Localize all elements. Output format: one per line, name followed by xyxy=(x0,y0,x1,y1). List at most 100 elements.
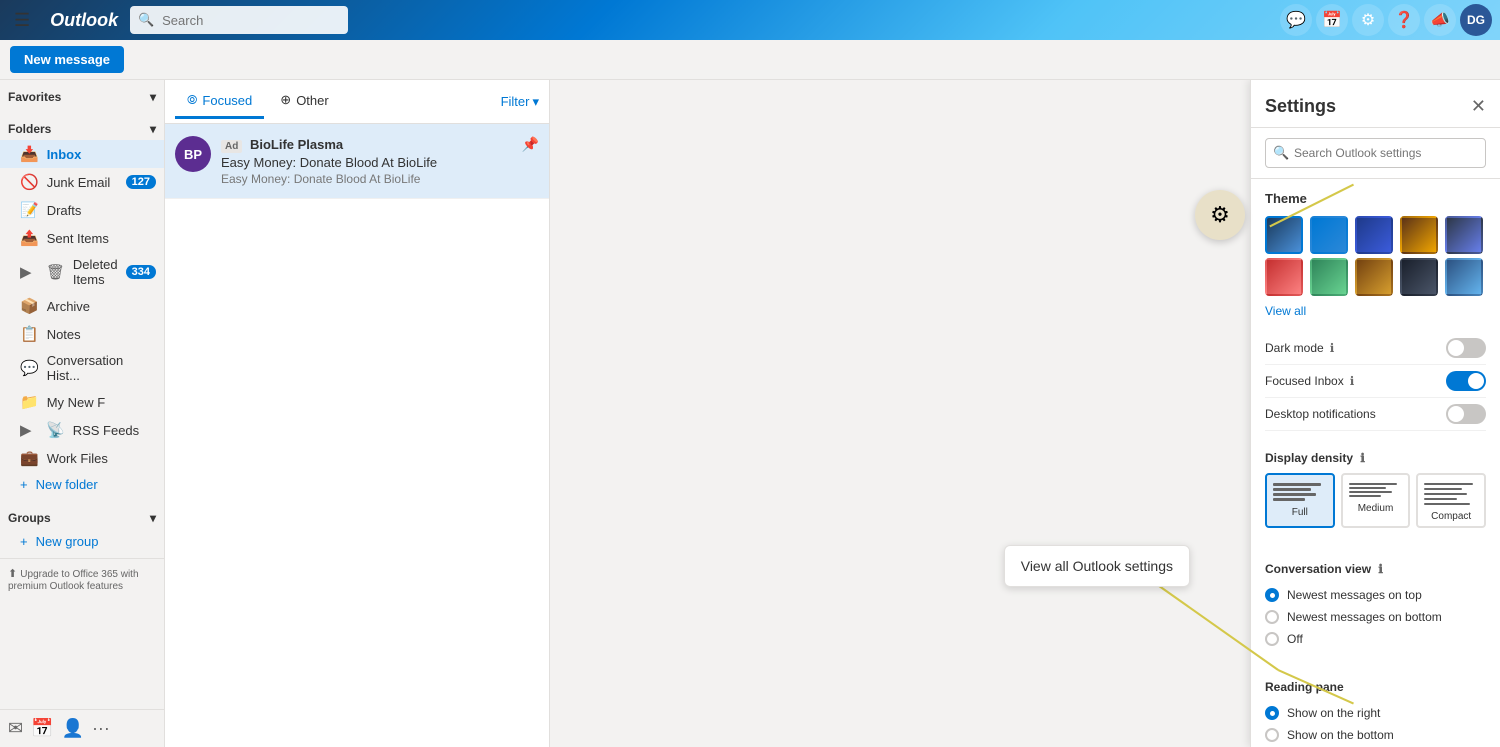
radio-show-bottom[interactable]: Show on the bottom xyxy=(1265,724,1486,746)
sidebar-groups-header[interactable]: Groups ▾ xyxy=(0,505,164,529)
settings-search-input[interactable] xyxy=(1265,138,1486,168)
sidebar-folders-header[interactable]: Folders ▾ xyxy=(0,116,164,140)
density-medium-preview xyxy=(1347,481,1405,499)
radio-show-bottom-label: Show on the bottom xyxy=(1287,728,1394,742)
sidebar-item-junk-email[interactable]: 🚫 Junk Email 127 xyxy=(0,168,164,196)
dark-mode-info-icon[interactable]: ℹ xyxy=(1330,341,1335,355)
density-full-label: Full xyxy=(1292,507,1308,518)
radio-newest-top-circle[interactable] xyxy=(1265,588,1279,602)
density-compact-preview xyxy=(1422,481,1480,507)
sidebar-item-conversation-history[interactable]: 💬 Conversation Hist... xyxy=(0,348,164,388)
user-avatar[interactable]: DG xyxy=(1460,4,1492,36)
desktop-notifications-row: Desktop notifications xyxy=(1265,398,1486,431)
gear-annotation-icon: ⚙ xyxy=(1210,202,1230,228)
sidebar-favorites-section: Favorites ▾ xyxy=(0,80,164,112)
junk-icon: 🚫 xyxy=(20,173,39,191)
sidebar-item-drafts[interactable]: 📝 Drafts xyxy=(0,196,164,224)
radio-newest-bottom[interactable]: Newest messages on bottom xyxy=(1265,606,1486,628)
rss-label: RSS Feeds xyxy=(73,423,156,438)
theme-swatch-6[interactable] xyxy=(1310,258,1348,296)
filter-label: Filter xyxy=(501,94,530,109)
content-area: ⚙ View all Outlook settings Settings ✕ 🔍 xyxy=(550,80,1500,747)
inbox-icon: 📥 xyxy=(20,145,39,163)
conversation-view-info-icon[interactable]: ℹ xyxy=(1378,562,1383,576)
radio-show-bottom-circle[interactable] xyxy=(1265,728,1279,742)
radio-newest-bottom-circle[interactable] xyxy=(1265,610,1279,624)
focused-inbox-info-icon[interactable]: ℹ xyxy=(1350,374,1355,388)
theme-swatch-9[interactable] xyxy=(1445,258,1483,296)
people-icon[interactable]: 👤 xyxy=(62,718,84,739)
sidebar-item-sent-items[interactable]: 📤 Sent Items xyxy=(0,224,164,252)
theme-swatch-0[interactable] xyxy=(1265,216,1303,254)
density-compact[interactable]: Compact xyxy=(1416,473,1486,528)
help-button[interactable]: ❓ xyxy=(1388,4,1420,36)
theme-swatch-5[interactable] xyxy=(1265,258,1303,296)
feedback-button[interactable]: 📣 xyxy=(1424,4,1456,36)
upgrade-banner[interactable]: ⬆ Upgrade to Office 365 with premium Out… xyxy=(0,558,164,600)
theme-swatch-7[interactable] xyxy=(1355,258,1393,296)
skype-button[interactable]: 💬 xyxy=(1280,4,1312,36)
notes-icon: 📋 xyxy=(20,325,39,343)
dark-mode-toggle[interactable] xyxy=(1446,338,1486,358)
desktop-notifications-toggle[interactable] xyxy=(1446,404,1486,424)
radio-newest-top[interactable]: Newest messages on top xyxy=(1265,584,1486,606)
main-layout: Favorites ▾ Folders ▾ 📥 Inbox 🚫 Junk Ema… xyxy=(0,80,1500,747)
hamburger-button[interactable]: ☰ xyxy=(8,6,36,35)
email-list-panel: ⦾ Focused ⊕ Other Filter ▾ BP Ad BioLife… xyxy=(165,80,550,747)
email-tabs: ⦾ Focused ⊕ Other Filter ▾ xyxy=(165,80,549,124)
topbar-actions: 💬 📅 ⚙ ❓ 📣 DG xyxy=(1280,4,1492,36)
search-input[interactable] xyxy=(130,6,348,34)
sent-icon: 📤 xyxy=(20,229,39,247)
workfiles-label: Work Files xyxy=(47,451,156,466)
focused-tab-label: Focused xyxy=(202,93,252,108)
theme-swatch-3[interactable] xyxy=(1400,216,1438,254)
mail-icon[interactable]: ✉ xyxy=(8,718,23,739)
focused-inbox-label: Focused Inbox xyxy=(1265,374,1344,388)
theme-swatch-1[interactable] xyxy=(1310,216,1348,254)
radio-off-label: Off xyxy=(1287,632,1303,646)
focused-inbox-toggle[interactable] xyxy=(1446,371,1486,391)
density-medium[interactable]: Medium xyxy=(1341,473,1411,528)
more-icon[interactable]: ··· xyxy=(92,718,110,739)
view-all-themes-link[interactable]: View all xyxy=(1265,304,1486,318)
sidebar-favorites-header[interactable]: Favorites ▾ xyxy=(0,84,164,108)
settings-search-wrap: 🔍 xyxy=(1251,128,1500,179)
settings-close-button[interactable]: ✕ xyxy=(1471,96,1486,117)
archive-icon: 📦 xyxy=(20,297,39,315)
filter-button[interactable]: Filter ▾ xyxy=(501,94,539,110)
radio-show-right[interactable]: Show on the right xyxy=(1265,702,1486,724)
ad-badge: Ad xyxy=(221,140,242,153)
sidebar-item-archive[interactable]: 📦 Archive xyxy=(0,292,164,320)
new-group-button[interactable]: + New group xyxy=(0,529,164,554)
sidebar-item-deleted-items[interactable]: ▶ 🗑 Deleted Items 334 xyxy=(0,252,164,292)
radio-off[interactable]: Off xyxy=(1265,628,1486,650)
favorites-chevron: ▾ xyxy=(150,90,156,104)
toggles-section: Dark mode ℹ Focused Inbox ℹ Desk xyxy=(1251,332,1500,431)
theme-swatch-8[interactable] xyxy=(1400,258,1438,296)
sidebar-item-my-new-f[interactable]: 📁 My New F xyxy=(0,388,164,416)
new-message-button[interactable]: New message xyxy=(10,46,124,73)
focused-inbox-row: Focused Inbox ℹ xyxy=(1265,365,1486,398)
junk-badge: 127 xyxy=(126,175,156,189)
theme-swatch-2[interactable] xyxy=(1355,216,1393,254)
settings-gear-button[interactable]: ⚙ xyxy=(1352,4,1384,36)
calendar-button[interactable]: 📅 xyxy=(1316,4,1348,36)
desktop-notifications-label-wrap: Desktop notifications xyxy=(1265,407,1376,421)
email-item[interactable]: BP Ad BioLife Plasma 📌 Easy Money: Donat… xyxy=(165,124,549,199)
tab-focused[interactable]: ⦾ Focused xyxy=(175,84,264,119)
display-density-info-icon[interactable]: ℹ xyxy=(1360,451,1365,465)
tab-other[interactable]: ⊕ Other xyxy=(268,84,340,119)
sidebar-item-rss-feeds[interactable]: ▶ 📡 RSS Feeds xyxy=(0,416,164,444)
radio-off-circle[interactable] xyxy=(1265,632,1279,646)
radio-show-right-circle[interactable] xyxy=(1265,706,1279,720)
sidebar-item-work-files[interactable]: 💼 Work Files xyxy=(0,444,164,472)
calendar-sidebar-icon[interactable]: 📅 xyxy=(31,718,53,739)
theme-swatch-4[interactable] xyxy=(1445,216,1483,254)
workfiles-icon: 💼 xyxy=(20,449,39,467)
sidebar-item-notes[interactable]: 📋 Notes xyxy=(0,320,164,348)
settings-header: Settings ✕ xyxy=(1251,80,1500,128)
density-full[interactable]: Full xyxy=(1265,473,1335,528)
sidebar-item-inbox[interactable]: 📥 Inbox xyxy=(0,140,164,168)
filter-chevron-icon: ▾ xyxy=(532,94,539,110)
new-folder-button[interactable]: + New folder xyxy=(0,472,164,497)
